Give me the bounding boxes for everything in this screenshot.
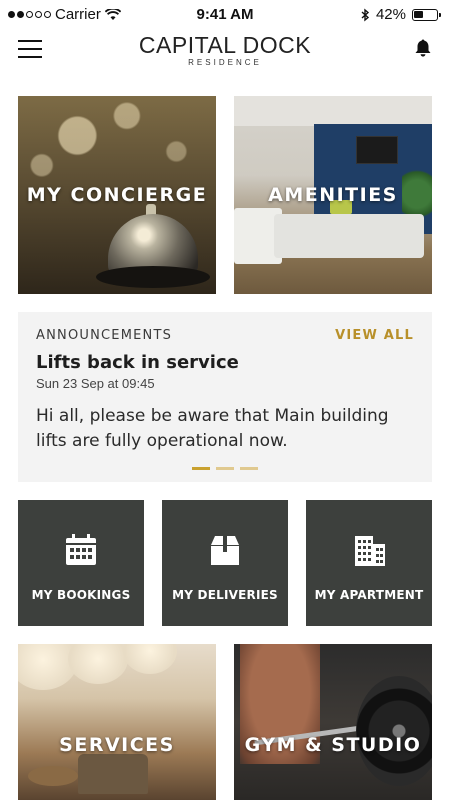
carousel-pagination [18,467,432,470]
status-bar: Carrier 9:41 AM 42% [0,0,450,30]
battery-level [414,10,423,18]
services-tile[interactable]: SERVICES [18,644,216,800]
pagination-dot[interactable] [240,467,258,470]
pagination-dot[interactable] [216,467,234,470]
my-deliveries-label: MY DELIVERIES [172,588,278,602]
brand-logo: CAPITAL DOCK RESIDENCE [0,32,450,67]
brand-name: CAPITAL DOCK [138,32,312,58]
my-apartment-button[interactable]: MY APARTMENT [306,500,432,626]
my-bookings-button[interactable]: MY BOOKINGS [18,500,144,626]
pagination-dot[interactable] [192,467,210,470]
battery-percentage: 42% [375,6,406,23]
view-all-link[interactable]: VIEW ALL [335,328,414,343]
announcement-title: Lifts back in service [36,352,239,373]
battery-icon [412,8,441,21]
status-right: 42% [360,6,441,23]
app-header: CAPITAL DOCK RESIDENCE [0,30,450,72]
bluetooth-icon [361,8,370,21]
my-deliveries-button[interactable]: MY DELIVERIES [162,500,288,626]
my-apartment-label: MY APARTMENT [314,588,424,602]
amenities-label: AMENITIES [268,184,398,206]
my-bookings-label: MY BOOKINGS [31,588,131,602]
my-concierge-label: MY CONCIERGE [26,184,208,206]
amenities-tile[interactable]: AMENITIES [234,96,432,294]
gym-studio-label: GYM & STUDIO [244,734,422,756]
services-label: SERVICES [59,734,175,756]
package-icon [211,536,239,565]
my-concierge-tile[interactable]: MY CONCIERGE [18,96,216,294]
brand-subtitle: RESIDENCE [188,58,262,67]
calendar-icon [66,534,96,565]
announcements-heading: ANNOUNCEMENTS [36,328,173,343]
bell-icon[interactable] [414,38,432,58]
gym-studio-tile[interactable]: GYM & STUDIO [234,644,432,800]
building-icon [355,536,385,566]
announcement-body: Hi all, please be aware that Main buildi… [36,406,389,451]
announcement-date: Sun 23 Sep at 09:45 [36,376,155,391]
announcements-card[interactable]: ANNOUNCEMENTS VIEW ALL Lifts back in ser… [18,312,432,482]
